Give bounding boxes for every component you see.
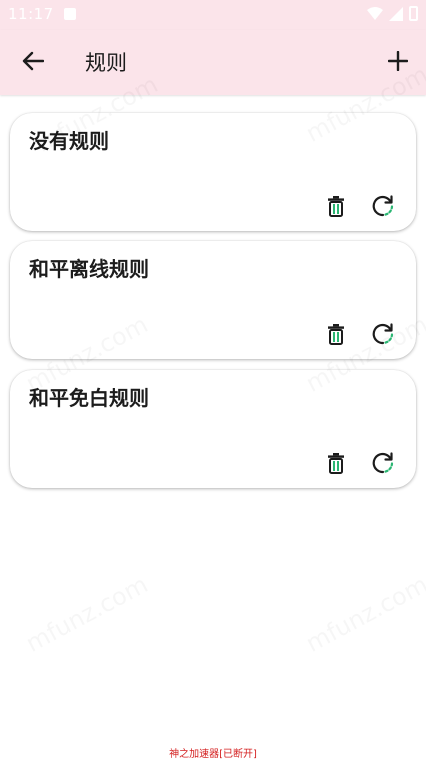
vpn-status-note: 神之加速器[已断开]	[169, 749, 257, 759]
arrow-left-icon	[22, 51, 45, 75]
refresh-rule-button[interactable]	[370, 452, 396, 478]
wifi-icon	[367, 6, 383, 25]
watermark: mfunz.com	[301, 570, 426, 658]
trash-icon	[327, 323, 345, 349]
signal-icon	[389, 6, 403, 25]
delete-rule-button[interactable]	[324, 323, 348, 349]
status-bar: 11:17	[0, 0, 426, 30]
delete-rule-button[interactable]	[324, 195, 348, 221]
app-bar: 规则	[0, 30, 426, 95]
screen: 11:17 规则 没有规则 和平离线规则 和平免白规则 神之加速器[已断开]	[0, 0, 426, 759]
rule-card[interactable]: 和平免白规则	[10, 370, 416, 488]
rule-name: 和平离线规则	[29, 257, 149, 281]
refresh-icon	[371, 451, 395, 479]
trash-icon	[327, 195, 345, 221]
delete-rule-button[interactable]	[324, 452, 348, 478]
refresh-rule-button[interactable]	[370, 195, 396, 221]
watermark: mfunz.com	[21, 570, 152, 658]
status-time: 11:17	[8, 5, 54, 23]
trash-icon	[327, 452, 345, 478]
battery-icon	[409, 6, 418, 21]
back-button[interactable]	[18, 48, 48, 78]
refresh-icon	[371, 194, 395, 222]
rule-card[interactable]: 和平离线规则	[10, 241, 416, 359]
page-title: 规则	[85, 51, 127, 75]
notification-icon	[64, 8, 76, 20]
